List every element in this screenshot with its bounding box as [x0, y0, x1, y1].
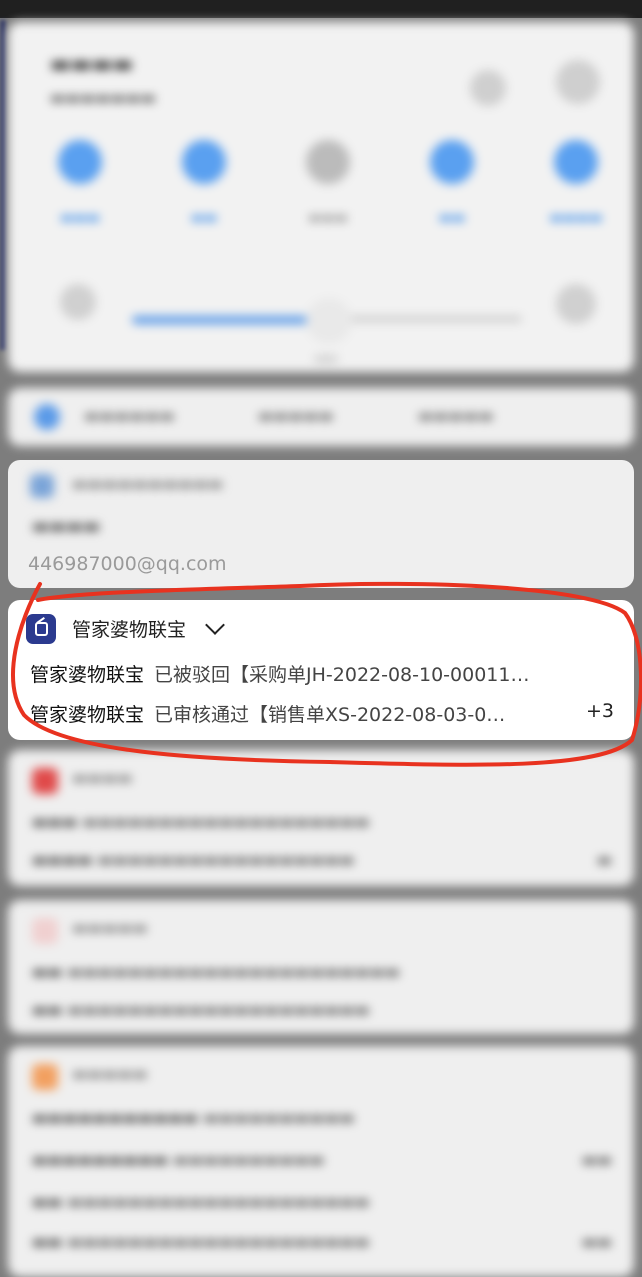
flashlight-tile[interactable]: ▬▬▬: [278, 140, 378, 226]
link-tile[interactable]: ▬▬▬▬: [526, 140, 626, 226]
wifi-icon: [58, 140, 102, 184]
qs-date-blurred: ▬▬▬▬: [50, 52, 134, 77]
mail-app-icon: [30, 474, 54, 498]
network-status-notification[interactable]: ▬▬▬▬▬▬ ▬▬▬▬▬ ▬▬▬▬▬: [8, 388, 634, 446]
notification-card[interactable]: ▬▬▬▬▬ ▬▬▬▬▬▬▬▬▬▬▬ ▬▬▬▬▬▬▬▬▬▬ ▬▬▬▬▬▬▬▬▬ ▬…: [8, 1046, 634, 1277]
notification-message[interactable]: 管家婆物联宝 已被驳回【采购单JH-2022-08-10-00011…: [30, 660, 529, 687]
mail-sender-email: 446987000@qq.com: [28, 553, 227, 575]
brightness-auto-icon[interactable]: [556, 284, 596, 324]
brightness-fill: [132, 316, 322, 324]
bluetooth-tile[interactable]: ▬▬: [154, 140, 254, 226]
app-name: 管家婆物联宝: [72, 619, 187, 641]
panel-drag-handle[interactable]: [314, 356, 338, 362]
bluetooth-icon: [182, 140, 226, 184]
notification-card[interactable]: ▬▬▬▬ ▬▬▬ ▬▬▬▬▬▬▬▬▬▬▬▬▬▬▬▬▬▬▬ ▬▬▬▬ ▬▬▬▬▬▬…: [8, 750, 634, 886]
brightness-low-icon: [60, 284, 96, 320]
message-sender: 管家婆物联宝: [30, 704, 145, 726]
network-icon: [34, 404, 60, 430]
chevron-down-icon[interactable]: [205, 615, 225, 635]
more-count-badge: +3: [585, 700, 614, 722]
mail-notification[interactable]: ▬▬▬▬▬▬▬▬▬▬ ▬▬▬▬ 446987000@qq.com: [8, 460, 634, 588]
notification-message[interactable]: 管家婆物联宝 已审核通过【销售单XS-2022-08-03-0…: [30, 700, 505, 727]
brightness-slider-knob[interactable]: [306, 298, 352, 344]
gear-icon[interactable]: [556, 60, 600, 104]
link-icon: [554, 140, 598, 184]
message-text: 已审核通过【销售单XS-2022-08-03-0…: [154, 704, 506, 726]
app-icon: [26, 614, 56, 644]
quick-settings-panel: ▬▬▬▬ ▬▬▬▬▬▬▬ ▬▬▬ ▬▬ ▬▬▬ ▬▬ ▬▬▬▬: [8, 22, 634, 372]
flashlight-icon: [306, 140, 350, 184]
status-bar: [0, 0, 642, 18]
app-icon: [32, 918, 58, 944]
app-icon: [32, 768, 58, 794]
message-text: 已被驳回【采购单JH-2022-08-10-00011…: [154, 664, 530, 686]
eye-comfort-tile[interactable]: ▬▬: [402, 140, 502, 226]
wifi-tile[interactable]: ▬▬▬: [30, 140, 130, 226]
qs-subtitle-blurred: ▬▬▬▬▬▬▬: [50, 88, 156, 107]
app-icon: [32, 1064, 58, 1090]
eye-comfort-icon: [430, 140, 474, 184]
background-wallpaper-edge: [0, 20, 6, 350]
edit-icon[interactable]: [470, 70, 506, 106]
focused-app-notification[interactable]: 管家婆物联宝 管家婆物联宝 已被驳回【采购单JH-2022-08-10-00011…: [8, 600, 634, 740]
notification-card[interactable]: ▬▬▬▬▬ ▬▬ ▬▬▬▬▬▬▬▬▬▬▬▬▬▬▬▬▬▬▬▬▬▬ ▬▬ ▬▬▬▬▬…: [8, 900, 634, 1034]
message-sender: 管家婆物联宝: [30, 664, 145, 686]
